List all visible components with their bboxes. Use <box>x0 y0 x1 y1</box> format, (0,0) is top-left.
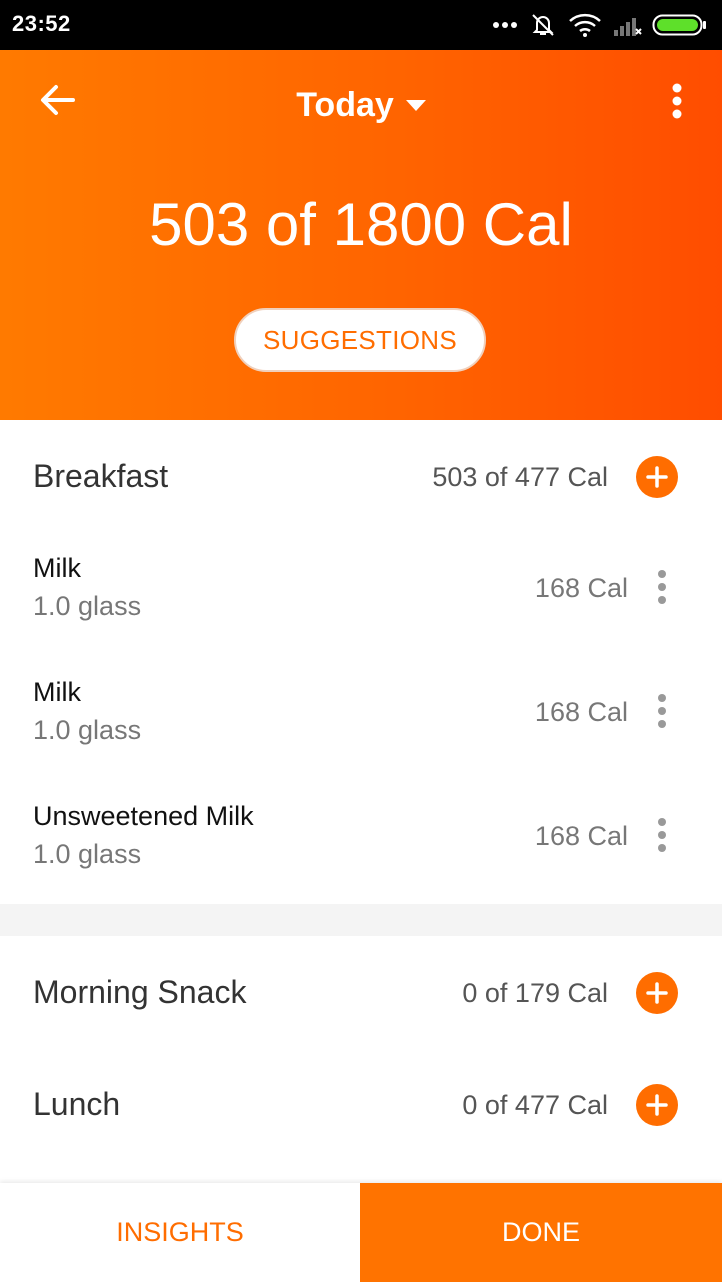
food-item-menu-icon[interactable] <box>652 691 672 731</box>
food-item[interactable]: Milk 1.0 glass 168 Cal <box>0 677 722 801</box>
food-quantity: 1.0 glass <box>33 591 142 621</box>
status-time: 23:52 <box>12 11 71 36</box>
food-quantity: 1.0 glass <box>33 715 142 745</box>
food-item-menu-icon[interactable] <box>652 567 672 607</box>
caret-down-icon <box>405 99 426 111</box>
meal-name: Lunch <box>33 1086 121 1122</box>
food-calories: 168 Cal <box>534 821 628 851</box>
add-food-button-morning-snack[interactable] <box>636 972 678 1014</box>
food-name: Unsweetened Milk <box>33 801 254 831</box>
meal-header-lunch[interactable]: Lunch 0 of 477 Cal <box>0 1048 722 1160</box>
food-item-menu-icon[interactable] <box>652 815 672 855</box>
meal-header-breakfast[interactable]: Breakfast 503 of 477 Cal <box>0 420 722 532</box>
summary-header: Today 503 of 1800 Cal SUGGESTIONS <box>0 50 722 420</box>
date-selector[interactable]: Today <box>0 86 722 125</box>
alarm-off-icon <box>532 14 554 36</box>
signal-icon <box>614 18 642 36</box>
meal-name: Morning Snack <box>33 974 247 1010</box>
status-bar: 23:52 <box>0 0 722 50</box>
meal-calories: 0 of 179 Cal <box>462 978 608 1008</box>
battery-icon <box>652 14 706 36</box>
meal-calories: 503 of 477 Cal <box>432 462 608 492</box>
food-calories: 168 Cal <box>534 573 628 603</box>
meal-header-morning-snack[interactable]: Morning Snack 0 of 179 Cal <box>0 936 722 1048</box>
page-title: Today <box>296 86 394 124</box>
calorie-summary: 503 of 1800 Cal <box>149 191 573 258</box>
done-button[interactable]: DONE <box>360 1183 722 1282</box>
overflow-menu-button[interactable] <box>662 78 692 124</box>
add-food-button-breakfast[interactable] <box>636 456 678 498</box>
wifi-icon <box>569 13 601 37</box>
food-calories: 168 Cal <box>534 697 628 727</box>
food-quantity: 1.0 glass <box>33 839 142 869</box>
add-food-button-lunch[interactable] <box>636 1084 678 1126</box>
meal-name: Breakfast <box>33 458 169 494</box>
insights-button[interactable]: INSIGHTS <box>0 1183 360 1282</box>
bottom-action-bar: INSIGHTS DONE <box>0 1183 722 1282</box>
more-dots-icon <box>493 22 517 28</box>
food-name: Milk <box>33 553 81 583</box>
status-icons <box>492 10 708 40</box>
plus-icon <box>646 1094 668 1116</box>
plus-icon <box>646 466 668 488</box>
suggestions-button[interactable]: SUGGESTIONS <box>234 308 486 372</box>
plus-icon <box>646 982 668 1004</box>
food-name: Milk <box>33 677 81 707</box>
more-vertical-icon <box>672 83 682 119</box>
meal-calories: 0 of 477 Cal <box>462 1090 608 1120</box>
food-item[interactable]: Milk 1.0 glass 168 Cal <box>0 553 722 677</box>
section-divider <box>0 904 722 936</box>
